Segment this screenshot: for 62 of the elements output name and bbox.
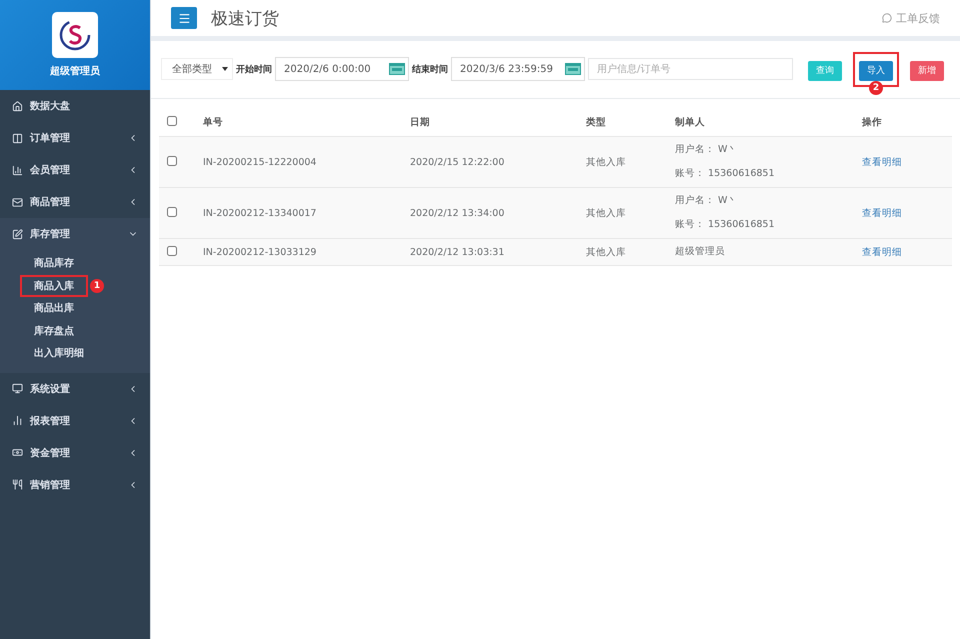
table-cell: 账号： 15360616851 [675, 219, 775, 230]
home-icon [12, 100, 23, 112]
user-name: 超级管理员 [50, 64, 100, 78]
table-cell: IN-20200212-13340017 [203, 208, 316, 218]
start-date-field[interactable]: 2020/2/6 0:00:00 [275, 57, 409, 82]
menu-item[interactable]: 报表管理 [0, 404, 150, 436]
envelope-icon [12, 196, 23, 208]
menu-item[interactable]: 营销管理 [0, 468, 150, 500]
callout-badge: 1 [90, 278, 104, 293]
menu-item[interactable]: 数据大盘 [0, 90, 150, 122]
columns-icon [12, 132, 23, 144]
bar-chart-icon [12, 164, 23, 176]
menu-item[interactable]: 系统设置 [0, 372, 150, 404]
checkbox[interactable] [167, 246, 177, 256]
end-date-field[interactable]: 2020/3/6 23:59:59 [451, 57, 585, 82]
table-cell: 超级管理员 [675, 246, 725, 257]
table-cell: 2020/2/15 12:22:00 [410, 156, 504, 168]
details-link[interactable]: 查看明细 [862, 156, 902, 168]
checkbox[interactable] [167, 206, 177, 216]
bar-chart-icon [12, 415, 23, 426]
banknote-icon [12, 447, 23, 458]
caret-icon [222, 67, 228, 72]
calendar-icon [389, 63, 405, 76]
end-label: 结束时间 [412, 63, 448, 76]
table-cell: 2020/2/12 13:34:00 [410, 208, 504, 218]
menu-item[interactable]: 订单管理 [0, 122, 150, 154]
type-select[interactable]: 全部类型 [161, 58, 233, 80]
submenu-item[interactable]: 商品库存 [20, 252, 88, 274]
submenu-item[interactable]: 库存盘点 [20, 320, 88, 342]
menu-button[interactable] [171, 7, 197, 29]
details-link[interactable]: 查看明细 [862, 246, 902, 258]
submenu-item[interactable]: 商品入库 [20, 274, 88, 297]
table-cell: 其他入库 [586, 208, 626, 218]
chat-icon [882, 13, 892, 23]
details-link[interactable]: 查看明细 [862, 208, 902, 218]
table-cell: 2020/2/12 13:03:31 [410, 246, 504, 258]
table-cell: IN-20200212-13033129 [203, 246, 316, 258]
checkbox[interactable] [167, 156, 177, 166]
start-label: 开始时间 [236, 63, 272, 76]
callout-badge: 2 [869, 80, 883, 94]
table-cell: 用户名： W丶 [675, 144, 738, 155]
menu-item[interactable]: 库存管理 [0, 218, 150, 250]
menu-item[interactable]: 资金管理 [0, 436, 150, 468]
edit-icon [12, 228, 23, 240]
menu-item[interactable]: 商品管理 [0, 186, 150, 218]
submenu-item[interactable]: 商品出库 [20, 297, 88, 320]
calendar-icon [565, 63, 581, 76]
table-cell: 账号： 15360616851 [675, 168, 775, 179]
table-cell: 用户名： W丶 [675, 195, 738, 206]
cutlery-icon [12, 479, 23, 490]
monitor-icon [12, 383, 23, 394]
table-cell: 其他入库 [586, 156, 626, 168]
import-button[interactable]: 导入 [859, 60, 893, 80]
search-field[interactable]: 用户信息/订单号 [588, 58, 793, 80]
logo-icon [52, 12, 98, 58]
menu-icon [178, 12, 190, 24]
submenu-item[interactable]: 出入库明细 [20, 342, 98, 364]
checkbox[interactable] [167, 116, 177, 126]
menu-item[interactable]: 会员管理 [0, 154, 150, 186]
table-cell: 其他入库 [586, 246, 626, 258]
table-cell: IN-20200215-12220004 [203, 156, 316, 168]
page-title: 极速订货 [211, 8, 280, 30]
